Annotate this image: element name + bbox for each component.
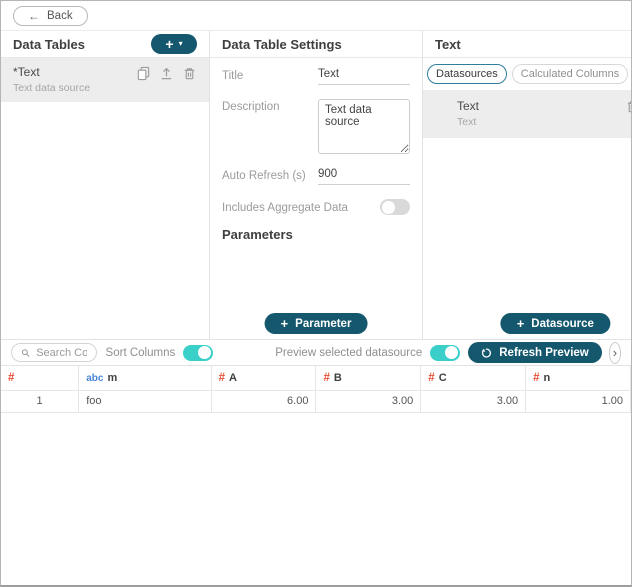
main-area: Data Tables + ▾ *Text Text data source xyxy=(1,31,631,339)
datasource-list-item[interactable]: Text Text xyxy=(423,90,632,138)
refresh-preview-label: Refresh Preview xyxy=(499,347,589,359)
datasources-header: Text xyxy=(423,31,632,58)
table-header-row: # abcm #A #B #C #n xyxy=(1,366,631,390)
data-table-item-actions xyxy=(136,65,197,94)
tab-calculated-columns[interactable]: Calculated Columns xyxy=(512,64,628,84)
datasources-panel: Text Datasources Calculated Columns Debu… xyxy=(422,31,632,339)
sort-columns-toggle[interactable] xyxy=(183,345,213,361)
settings-form: Title Description Text data source Auto … xyxy=(210,58,422,242)
column-header-b[interactable]: #B xyxy=(316,366,421,390)
back-arrow-icon: ← xyxy=(28,9,40,23)
refresh-icon xyxy=(481,347,493,359)
cell-a: 6.00 xyxy=(211,390,316,412)
add-datasource-label: Datasource xyxy=(531,318,594,330)
tab-datasources[interactable]: Datasources xyxy=(427,64,507,84)
preview-table: # abcm #A #B #C #n 1 foo 6.00 3.00 3.00 … xyxy=(1,366,631,413)
cell-b: 3.00 xyxy=(316,390,421,412)
data-table-list-item[interactable]: *Text Text data source xyxy=(1,58,209,102)
app-window: ← Back Data Tables + ▾ *Text Text data s… xyxy=(0,0,632,587)
number-type-icon: # xyxy=(428,372,434,384)
preview-datasource-label: Preview selected datasource xyxy=(275,347,422,359)
plus-icon: + xyxy=(281,316,289,331)
empty-preview-area xyxy=(1,413,631,586)
number-type-icon: # xyxy=(533,372,539,384)
data-tables-header: Data Tables + ▾ xyxy=(1,31,209,58)
cell-index: 1 xyxy=(1,390,79,412)
data-table-item-name: *Text xyxy=(13,65,90,79)
cell-m: foo xyxy=(79,390,211,412)
auto-refresh-label: Auto Refresh (s) xyxy=(222,168,318,185)
search-columns-box xyxy=(11,343,97,362)
number-type-icon: # xyxy=(323,372,329,384)
back-button[interactable]: ← Back xyxy=(13,6,88,26)
column-header-c[interactable]: #C xyxy=(421,366,526,390)
preview-datasource-toggle[interactable] xyxy=(430,345,460,361)
aggregate-toggle-label: Includes Aggregate Data xyxy=(222,200,348,214)
description-field-label: Description xyxy=(222,99,318,154)
title-field[interactable] xyxy=(318,68,410,85)
title-field-label: Title xyxy=(222,68,318,85)
table-row[interactable]: 1 foo 6.00 3.00 3.00 1.00 xyxy=(1,390,631,412)
datasource-item-subtitle: Text xyxy=(457,116,479,128)
plus-icon: + xyxy=(517,316,525,331)
copy-icon[interactable] xyxy=(136,66,151,81)
description-textarea[interactable]: Text data source xyxy=(318,99,410,154)
data-table-settings-panel: Data Table Settings Title Description Te… xyxy=(209,31,422,339)
cell-c: 3.00 xyxy=(421,390,526,412)
datasource-item-name: Text xyxy=(457,99,479,113)
trash-icon[interactable] xyxy=(625,99,632,114)
chevron-right-icon: › xyxy=(613,345,617,360)
parameters-heading: Parameters xyxy=(222,227,410,242)
add-parameter-label: Parameter xyxy=(295,318,351,330)
chevron-down-icon: ▾ xyxy=(179,40,183,48)
add-data-table-button[interactable]: + ▾ xyxy=(151,34,197,54)
settings-title: Data Table Settings xyxy=(222,37,342,52)
column-header-a[interactable]: #A xyxy=(211,366,316,390)
number-type-icon: # xyxy=(219,372,225,384)
search-icon xyxy=(21,347,30,359)
number-type-icon: # xyxy=(8,372,14,384)
datasources-tabs: Datasources Calculated Columns Debug xyxy=(423,58,632,90)
column-header-index[interactable]: # xyxy=(1,366,79,390)
datasources-panel-title: Text xyxy=(435,37,461,52)
data-table-item-text: *Text Text data source xyxy=(13,65,90,94)
refresh-preview-button[interactable]: Refresh Preview xyxy=(468,342,602,363)
aggregate-toggle[interactable] xyxy=(380,199,410,215)
add-parameter-button[interactable]: + Parameter xyxy=(265,313,368,334)
text-type-icon: abc xyxy=(86,373,103,384)
data-tables-panel: Data Tables + ▾ *Text Text data source xyxy=(1,31,209,339)
cell-n: 1.00 xyxy=(526,390,631,412)
column-header-n[interactable]: #n xyxy=(526,366,631,390)
topbar: ← Back xyxy=(1,1,631,31)
sort-columns-label: Sort Columns xyxy=(106,347,176,359)
data-tables-title: Data Tables xyxy=(13,37,85,52)
data-table-item-subtitle: Text data source xyxy=(13,82,90,94)
plus-icon: + xyxy=(165,37,173,51)
settings-header: Data Table Settings xyxy=(210,31,422,58)
datasource-item-text: Text Text xyxy=(457,99,479,128)
upload-icon[interactable] xyxy=(159,66,174,81)
preview-toolbar: Sort Columns Preview selected datasource… xyxy=(1,339,631,366)
column-header-m[interactable]: abcm xyxy=(79,366,211,390)
add-datasource-button[interactable]: + Datasource xyxy=(501,313,610,334)
auto-refresh-field[interactable] xyxy=(318,168,410,185)
back-button-label: Back xyxy=(47,10,73,22)
search-columns-input[interactable] xyxy=(36,347,86,359)
expand-preview-button[interactable]: › xyxy=(609,342,621,364)
trash-icon[interactable] xyxy=(182,66,197,81)
